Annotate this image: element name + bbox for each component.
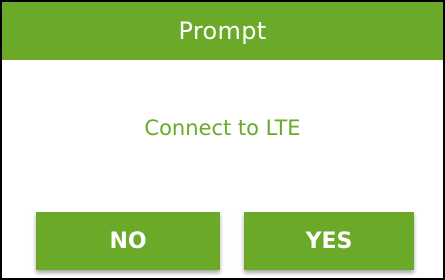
- prompt-dialog: Prompt Connect to LTE NO YES: [0, 0, 445, 280]
- dialog-message: Connect to LTE: [144, 116, 301, 140]
- dialog-header: Prompt: [2, 2, 443, 60]
- yes-button[interactable]: YES: [244, 212, 414, 270]
- no-button[interactable]: NO: [36, 212, 220, 270]
- dialog-title: Prompt: [178, 17, 267, 45]
